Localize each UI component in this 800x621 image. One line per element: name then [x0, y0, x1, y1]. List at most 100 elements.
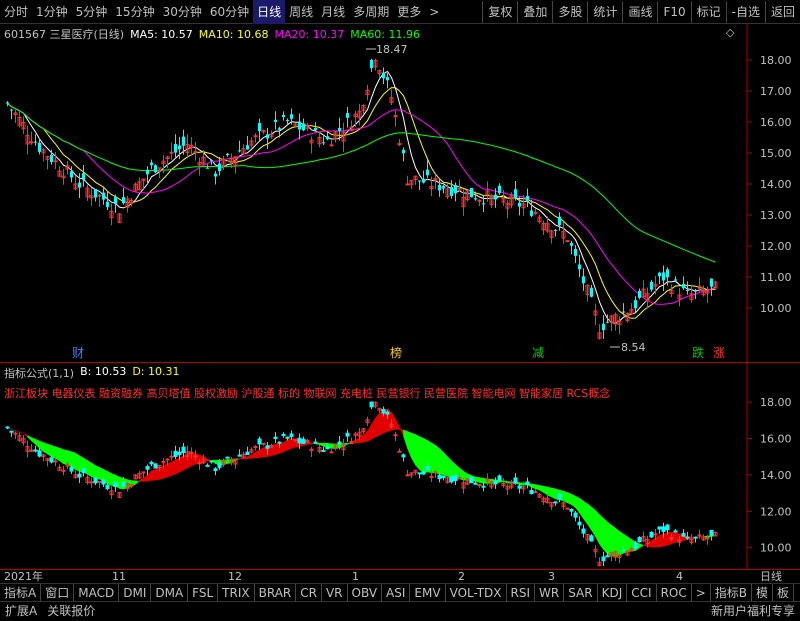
indicator-tab[interactable]: WR	[535, 583, 565, 602]
new-user-benefit-link[interactable]: 新用户福利专享	[706, 602, 800, 621]
indicator-tab[interactable]: SAR	[564, 583, 598, 602]
related-quote-button[interactable]: 关联报价	[42, 602, 100, 621]
ind-candle-body	[473, 482, 478, 485]
more-arrow[interactable]: >	[425, 0, 443, 24]
band-segment	[663, 531, 668, 547]
indicator-tab[interactable]: 窗口	[41, 583, 75, 602]
candle-body	[674, 279, 677, 281]
event-marker[interactable]: 跌	[692, 345, 704, 360]
period-tab[interactable]: 30分钟	[159, 0, 206, 24]
indicator-tab[interactable]: CCI	[627, 583, 657, 602]
toolbar-button[interactable]: 统计	[587, 0, 622, 23]
period-tab[interactable]: 分时	[0, 0, 32, 24]
indicator-tab[interactable]: DMI	[119, 583, 152, 602]
candle-body	[94, 189, 97, 198]
indicator-tab[interactable]: FSL	[188, 583, 219, 602]
period-tab[interactable]: 日线	[253, 0, 286, 24]
toolbar-button[interactable]: 返回	[764, 0, 800, 23]
indicator-tab[interactable]: EMV	[410, 583, 446, 602]
indicator-tab[interactable]: OBV	[348, 583, 383, 602]
indicator-title[interactable]: 指标公式(1,1)	[4, 365, 74, 381]
period-tab[interactable]: 1分钟	[32, 0, 72, 24]
event-marker[interactable]: 减	[532, 346, 544, 360]
candle-body	[386, 77, 389, 81]
ind-candle-body	[381, 408, 386, 414]
kline-panel[interactable]: 18.00 17.00 16.00 15.00 14.00 13.00 12.00 11.00…	[0, 24, 800, 363]
period-tab[interactable]: 15分钟	[111, 0, 158, 24]
band-segment	[371, 417, 376, 440]
band-segment	[255, 449, 260, 459]
ind-candle-body	[149, 461, 154, 465]
toolbar-button[interactable]: F10	[657, 0, 690, 23]
indicator-tab-arrow[interactable]: >	[692, 583, 711, 602]
candle-body	[226, 153, 229, 156]
toolbar-button[interactable]: 画线	[622, 0, 657, 23]
period-tab[interactable]: 60分钟	[206, 0, 253, 24]
indicator-tab[interactable]: 模	[752, 583, 774, 602]
toolbar-button[interactable]: 叠加	[517, 0, 552, 23]
toolbar-button[interactable]: 复权	[482, 0, 517, 23]
indicator-tick-label: 14.00	[760, 469, 792, 482]
candle-body	[218, 163, 221, 172]
toolbar-button[interactable]: -自选	[725, 0, 765, 23]
candle-body	[214, 173, 217, 177]
x-label: 4	[676, 570, 683, 583]
event-marker[interactable]: 榜	[390, 345, 402, 360]
period-tab[interactable]: 月线	[317, 0, 349, 24]
band-segment	[35, 438, 40, 450]
candle-body	[329, 144, 334, 147]
indicator-tab[interactable]: KDJ	[598, 583, 628, 602]
candle-body	[290, 114, 293, 119]
band-segment	[163, 463, 168, 479]
indicator-tab[interactable]: CR	[296, 583, 322, 602]
period-tab[interactable]: 周线	[285, 0, 317, 24]
ind-candle-body	[693, 536, 698, 539]
toolbar-button[interactable]: 多股	[552, 0, 587, 23]
event-marker[interactable]: 财	[72, 346, 84, 360]
indicator-tab[interactable]: 板	[773, 583, 795, 602]
diamond-icon[interactable]: ◇	[726, 26, 734, 39]
candle-body	[638, 290, 641, 298]
candle-body	[518, 202, 521, 207]
indicator-tab[interactable]: RSI	[507, 583, 536, 602]
candle-body	[622, 311, 625, 313]
indicator-tab[interactable]: VOL-TDX	[446, 583, 507, 602]
candle-body	[322, 142, 325, 144]
band-segment	[355, 437, 360, 444]
toolbar-button[interactable]: 标记	[690, 0, 726, 23]
candle-body	[206, 167, 209, 169]
ind-candle-body	[285, 436, 290, 439]
candle-body	[590, 287, 593, 297]
ma-legend: MA5: 10.57 MA10: 10.68 MA20: 10.37 MA60: 11…	[130, 28, 420, 41]
indicator-tab[interactable]: 指标B	[711, 583, 753, 602]
ind-candle-body	[709, 529, 714, 536]
band-segment	[447, 456, 452, 478]
candle-body	[253, 135, 258, 138]
indicator-tab[interactable]: DMA	[151, 583, 189, 602]
indicator-tab[interactable]: ASI	[382, 583, 411, 602]
event-marker[interactable]: 涨	[713, 345, 725, 360]
indicator-tab[interactable]: TRIX	[218, 583, 255, 602]
indicator-tab[interactable]: VR	[322, 583, 348, 602]
indicator-tab[interactable]: ROC	[657, 583, 692, 602]
period-tab[interactable]: 更多	[393, 0, 425, 24]
price-ticks: 18.00 17.00 16.00 15.00 14.00 13.00 12.00 11.00…	[760, 54, 792, 315]
candle-body	[266, 134, 269, 139]
ind-candle-body	[481, 485, 486, 488]
indicator-tab[interactable]: BRAR	[255, 583, 297, 602]
ind-candle-body	[393, 434, 398, 437]
ind-candle-body	[637, 537, 642, 543]
indicator-tick-label: 16.00	[760, 433, 792, 446]
ind-candle-body	[661, 526, 666, 533]
band-segment	[579, 497, 584, 520]
band-segment	[603, 517, 608, 555]
period-tab[interactable]: 多周期	[349, 0, 393, 24]
indicator-tab[interactable]: MACD	[74, 583, 120, 602]
extend-a-button[interactable]: 扩展A	[0, 602, 42, 621]
ma-value: MA60: 11.96	[350, 27, 420, 41]
band-segment	[651, 537, 656, 548]
period-tab[interactable]: 5分钟	[72, 0, 112, 24]
band-segment	[279, 441, 284, 454]
indicator-panel[interactable]: 18.00 16.00 14.00 12.00 10.00 指标公式(1,1) B: 1…	[0, 363, 800, 569]
indicator-tab[interactable]: 指标A	[0, 583, 42, 602]
